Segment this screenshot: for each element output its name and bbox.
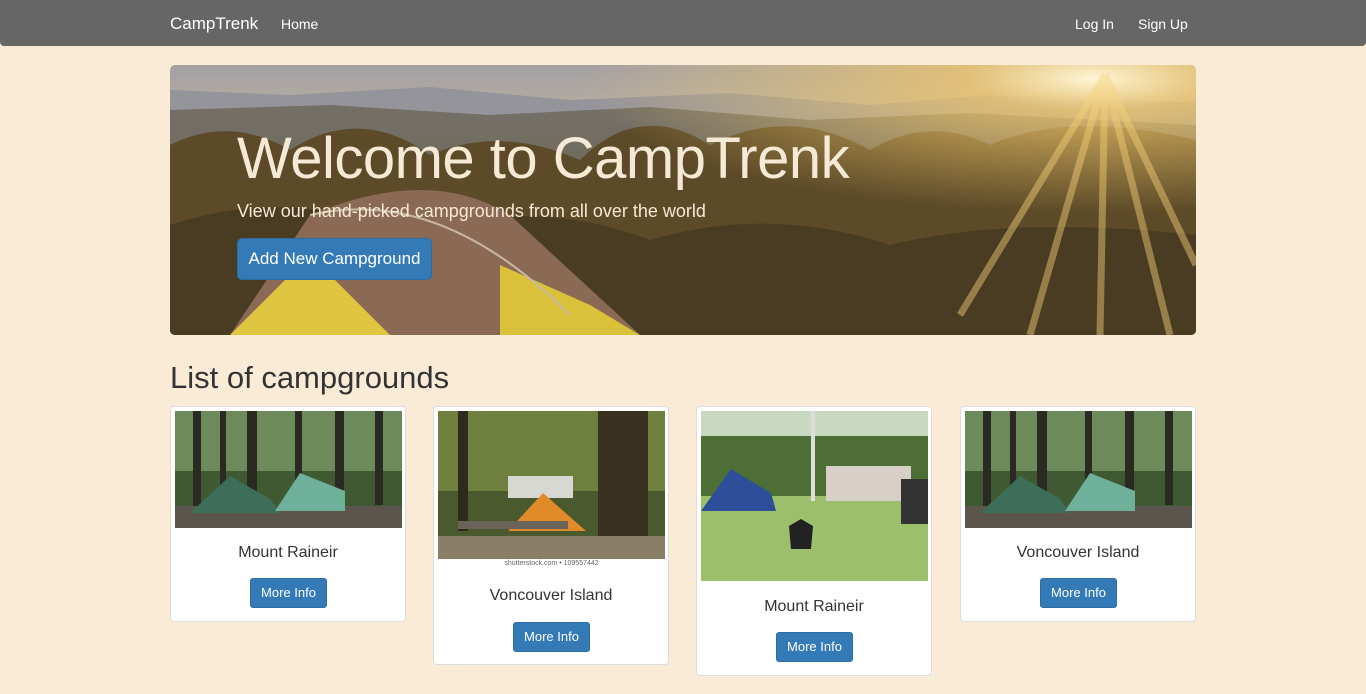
brand-link[interactable]: CampTrenk [170,14,258,34]
nav-signup-link[interactable]: Sign Up [1138,16,1188,32]
campground-image[interactable] [701,411,928,581]
hero-subtitle: View our hand-picked campgrounds from al… [237,201,706,221]
nav-home-link[interactable]: Home [281,16,318,32]
hero-title: Welcome to CampTrenk [237,126,850,191]
campground-card: Mount Raineir More Info [170,406,406,622]
nav-login-link[interactable]: Log In [1075,16,1114,32]
campground-card: Mount Raineir More Info [696,406,932,676]
navbar: CampTrenk Home Log In Sign Up [0,0,1366,46]
campground-name: Voncouver Island [489,587,613,604]
campground-name: Mount Raineir [764,598,864,615]
more-info-button[interactable]: More Info [776,632,853,662]
campground-card: Voncouver Island More Info [960,406,1196,622]
add-campground-button[interactable]: Add New Campground [237,238,432,280]
campground-image[interactable] [965,411,1192,528]
campground-card: shutterstock.com • 109557442 Voncouver I… [433,406,669,665]
campground-image[interactable]: shutterstock.com • 109557442 [438,411,665,571]
more-info-button[interactable]: More Info [250,578,327,608]
campground-name: Voncouver Island [1016,544,1140,561]
hero-background-image [170,65,1196,335]
image-caption: shutterstock.com • 109557442 [504,560,599,567]
campground-image[interactable] [175,411,402,528]
more-info-button[interactable]: More Info [1040,578,1117,608]
more-info-button[interactable]: More Info [513,622,590,652]
list-title: List of campgrounds [170,360,450,395]
hero-jumbotron: Welcome to CampTrenk View our hand-picke… [170,65,1196,335]
campground-name: Mount Raineir [238,544,338,561]
